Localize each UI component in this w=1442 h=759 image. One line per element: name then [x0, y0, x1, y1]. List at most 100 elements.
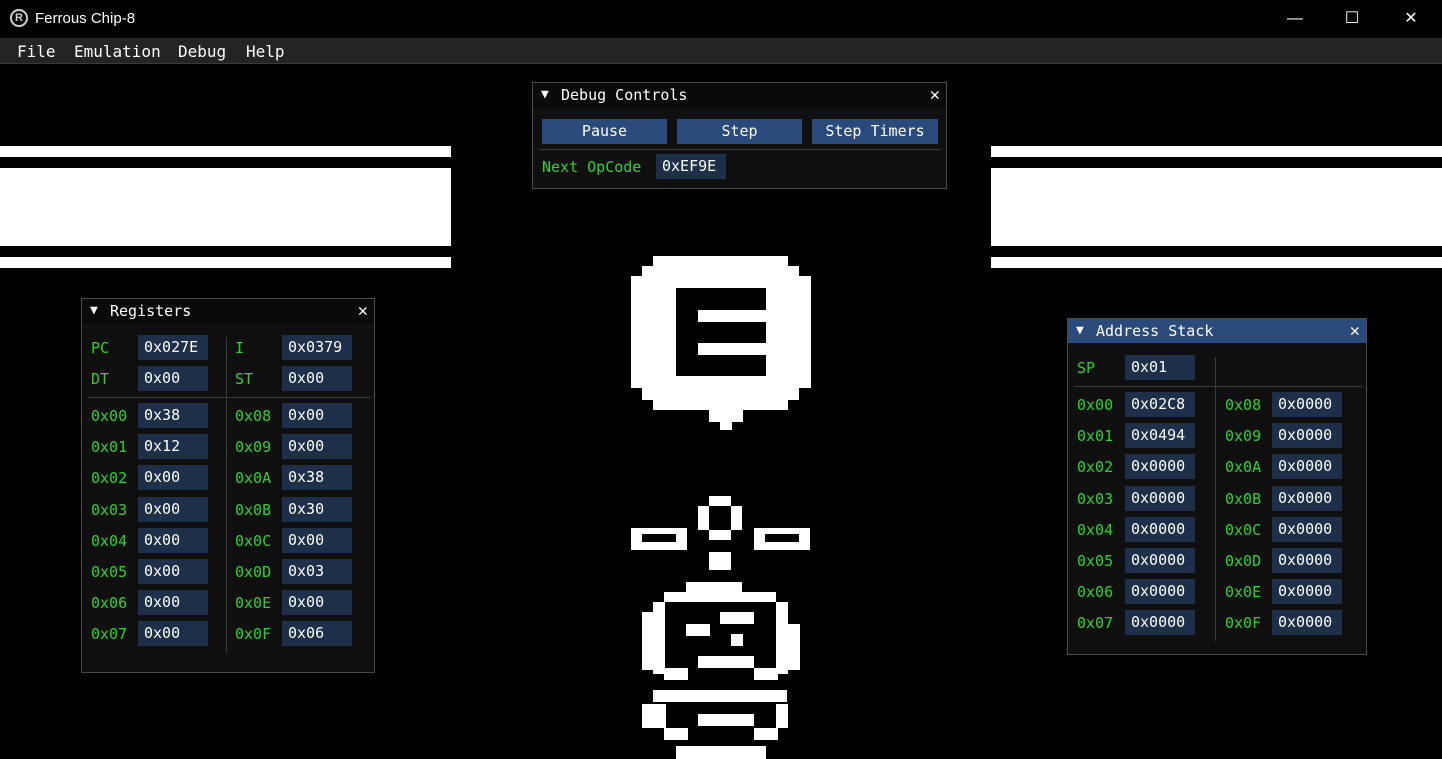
divider	[88, 397, 370, 398]
address_stack-row-value: 0x0494	[1125, 423, 1195, 449]
registers-row-value: 0x12	[138, 434, 208, 460]
divider	[1074, 386, 1362, 387]
next-opcode-value: 0xEF9E	[656, 154, 726, 179]
registers-row-label: 0x0E	[235, 594, 272, 613]
address_stack-row-label: 0x04	[1077, 520, 1114, 539]
address_stack-row-label: 0x0A	[1225, 458, 1262, 477]
registers-row-value: 0x03	[282, 559, 352, 584]
registers-row-value: 0x00	[282, 403, 352, 428]
sp-value: 0x01	[1125, 355, 1195, 380]
address_stack-row-value: 0x0000	[1272, 423, 1342, 449]
debug-controls-window: ▼ Debug Controls ✕ Pause Step Step Timer…	[532, 82, 947, 189]
sp-label: SP	[1077, 359, 1096, 377]
close-icon[interactable]: ✕	[358, 299, 368, 323]
address_stack-row-label: 0x02	[1077, 458, 1114, 477]
address_stack-row-label: 0x06	[1077, 583, 1114, 602]
registers-row-value: 0x00	[282, 527, 352, 553]
address_stack-row-value: 0x0000	[1272, 454, 1342, 480]
column-divider	[226, 337, 227, 653]
registers-row-value: 0x00	[138, 590, 208, 616]
registers-row-value: 0x30	[282, 496, 352, 522]
register-label-st: ST	[235, 370, 254, 388]
pause-button[interactable]: Pause	[542, 119, 667, 144]
address_stack-row-value: 0x0000	[1272, 579, 1342, 605]
registers-title: Registers	[110, 302, 192, 320]
collapse-triangle-icon[interactable]: ▼	[541, 83, 549, 107]
address_stack-row-label: 0x08	[1225, 396, 1262, 414]
address_stack-row-label: 0x0C	[1225, 520, 1262, 539]
address_stack-row-label: 0x01	[1077, 427, 1114, 446]
address_stack-row-value: 0x0000	[1272, 516, 1342, 542]
registers-row-label: 0x0F	[235, 625, 272, 644]
address_stack-row-value: 0x0000	[1125, 485, 1195, 511]
menu-file[interactable]: File	[17, 42, 56, 61]
register-value-st: 0x00	[282, 366, 352, 391]
register-label-dt: DT	[91, 370, 110, 388]
address_stack-row-label: 0x0E	[1225, 583, 1262, 602]
address_stack-row-value: 0x02C8	[1125, 392, 1195, 417]
registers-row-label: 0x03	[91, 500, 128, 519]
registers-row-label: 0x0C	[235, 531, 272, 550]
registers-row-label: 0x0A	[235, 469, 272, 488]
registers-row-label: 0x0B	[235, 500, 272, 519]
menu-bar: File Emulation Debug Help	[0, 38, 1442, 64]
registers-titlebar[interactable]: ▼ Registers ✕	[82, 299, 374, 323]
register-label-i: I	[235, 339, 245, 357]
close-icon[interactable]: ✕	[930, 83, 940, 107]
registers-row-label: 0x05	[91, 563, 128, 581]
debug-controls-titlebar[interactable]: ▼ Debug Controls ✕	[533, 83, 946, 107]
menu-emulation[interactable]: Emulation	[74, 42, 161, 61]
registers-row-value: 0x38	[282, 465, 352, 491]
address_stack-row-label: 0x0D	[1225, 552, 1262, 570]
address_stack-row-label: 0x07	[1077, 614, 1114, 633]
registers-row-value: 0x00	[282, 434, 352, 460]
step-timers-button[interactable]: Step Timers	[812, 119, 938, 144]
address-stack-title: Address Stack	[1096, 322, 1214, 340]
rust-logo-icon: R	[10, 9, 28, 27]
menu-help[interactable]: Help	[246, 42, 285, 61]
registers-row-label: 0x06	[91, 594, 128, 613]
address_stack-row-label: 0x0F	[1225, 614, 1262, 633]
address_stack-row-value: 0x0000	[1125, 454, 1195, 480]
register-value-i: 0x0379	[282, 335, 352, 360]
register-label-pc: PC	[91, 339, 110, 357]
address_stack-row-label: 0x05	[1077, 552, 1114, 570]
window-title: Ferrous Chip-8	[35, 10, 136, 27]
close-window-button[interactable]: ✕	[1382, 0, 1440, 38]
registers-row-value: 0x00	[138, 559, 208, 584]
step-button[interactable]: Step	[677, 119, 802, 144]
registers-row-value: 0x06	[282, 621, 352, 647]
register-value-pc: 0x027E	[138, 335, 208, 360]
divider	[539, 149, 941, 150]
address_stack-row-label: 0x03	[1077, 489, 1114, 508]
registers-row-value: 0x00	[138, 527, 208, 553]
address_stack-row-value: 0x0000	[1125, 610, 1195, 636]
address_stack-row-value: 0x0000	[1272, 610, 1342, 636]
next-opcode-label: Next OpCode	[542, 158, 642, 176]
registers-row-value: 0x00	[138, 465, 208, 491]
address_stack-row-value: 0x0000	[1125, 548, 1195, 573]
maximize-button[interactable]: ☐	[1323, 0, 1381, 38]
collapse-triangle-icon[interactable]: ▼	[90, 299, 98, 323]
registers-row-value: 0x38	[138, 403, 208, 428]
registers-row-label: 0x09	[235, 438, 272, 457]
title-bar: R Ferrous Chip-8 — ☐ ✕	[0, 0, 1442, 38]
collapse-triangle-icon[interactable]: ▼	[1076, 319, 1084, 343]
address_stack-row-value: 0x0000	[1125, 579, 1195, 605]
address_stack-row-value: 0x0000	[1272, 392, 1342, 417]
close-icon[interactable]: ✕	[1350, 319, 1360, 343]
register-value-dt: 0x00	[138, 366, 208, 391]
registers-row-label: 0x02	[91, 469, 128, 488]
registers-row-value: 0x00	[282, 590, 352, 616]
column-divider	[1215, 357, 1216, 641]
registers-row-label: 0x07	[91, 625, 128, 644]
address_stack-row-value: 0x0000	[1272, 548, 1342, 573]
address-stack-titlebar[interactable]: ▼ Address Stack ✕	[1068, 319, 1366, 343]
address_stack-row-label: 0x0B	[1225, 489, 1262, 508]
registers-row-value: 0x00	[138, 621, 208, 647]
registers-row-label: 0x04	[91, 531, 128, 550]
minimize-button[interactable]: —	[1266, 0, 1324, 38]
registers-window: ▼ Registers ✕ PC 0x027E I 0x0379 DT 0x00…	[81, 298, 375, 673]
menu-debug[interactable]: Debug	[178, 42, 226, 61]
address-stack-window: ▼ Address Stack ✕ SP 0x01 0x00 0x02C8 0x01…	[1067, 318, 1367, 655]
